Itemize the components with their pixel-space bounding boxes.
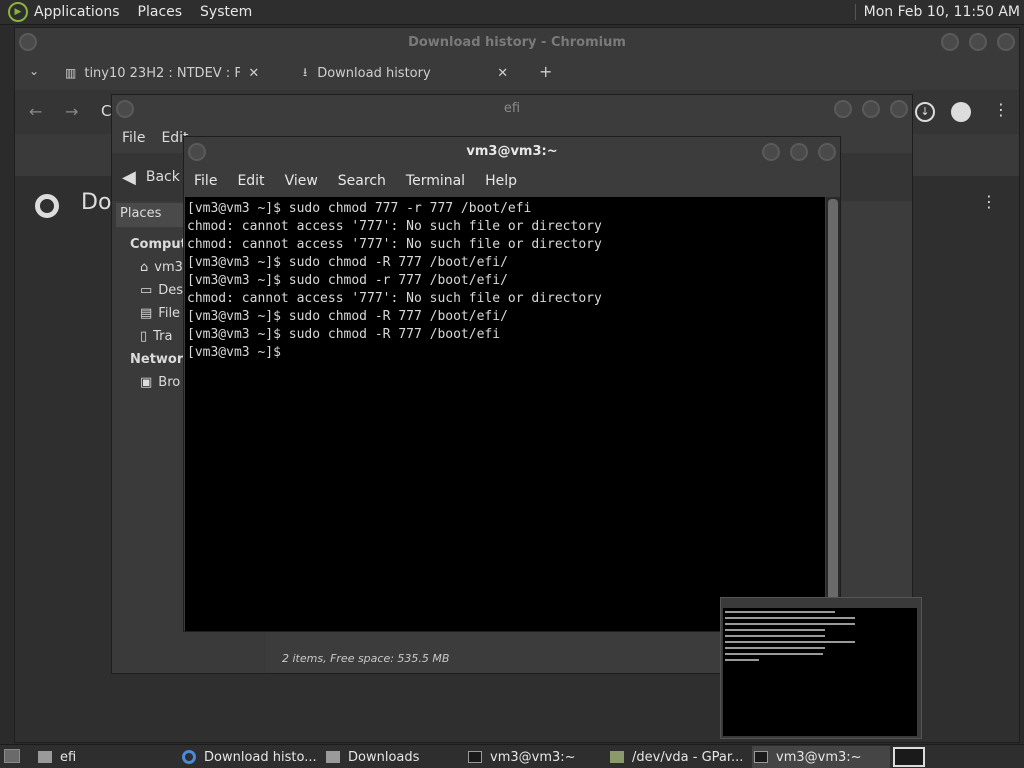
- terminal-line: chmod: cannot access '777': No such file…: [187, 237, 602, 252]
- menu-edit[interactable]: Edit: [237, 173, 264, 189]
- tab-label: Download history: [317, 65, 431, 81]
- close-tab-icon[interactable]: ✕: [248, 66, 259, 81]
- tab-strip: ⌄ ▥ tiny10 23H2 : NTDEV : Free D ✕ ⭳ Dow…: [15, 56, 1019, 90]
- window-menu-button[interactable]: [19, 33, 37, 51]
- terminal-line: [vm3@vm3 ~]$: [187, 345, 289, 360]
- maximize-button[interactable]: [862, 100, 880, 118]
- back-arrow-icon[interactable]: ◀: [122, 167, 136, 188]
- chromium-menu-icon[interactable]: ⋮: [993, 100, 1009, 119]
- tab-search-chevron-icon[interactable]: ⌄: [29, 64, 39, 78]
- window-menu-button[interactable]: [188, 143, 206, 161]
- taskbar-item-efi[interactable]: efi: [38, 746, 178, 768]
- tab-download-history[interactable]: ⭳ Download history ✕: [293, 58, 533, 88]
- window-thumbnail-preview[interactable]: [720, 597, 922, 739]
- address-bar[interactable]: C: [101, 102, 111, 120]
- terminal-titlebar[interactable]: vm3@vm3:~: [184, 137, 840, 167]
- taskbar-item-terminal-1[interactable]: vm3@vm3:~: [468, 746, 606, 768]
- close-tab-icon[interactable]: ✕: [497, 66, 508, 81]
- thumbnail-line: [725, 635, 825, 637]
- home-folder-icon: ⌂: [140, 260, 149, 275]
- menu-file[interactable]: File: [122, 130, 145, 146]
- close-button[interactable]: [890, 100, 908, 118]
- maximize-button[interactable]: [969, 33, 987, 51]
- page-title: Do: [81, 190, 112, 215]
- taskbar-item-download-history[interactable]: Download histo...: [182, 746, 322, 768]
- chromium-icon: [182, 750, 196, 764]
- taskbar: efi Download histo... Downloads vm3@vm3:…: [0, 744, 1024, 768]
- applications-menu[interactable]: Applications: [34, 4, 120, 20]
- terminal-line: [vm3@vm3 ~]$ sudo chmod 777 -r 777 /boot…: [187, 201, 532, 216]
- new-tab-plus-icon[interactable]: +: [539, 62, 552, 81]
- file-manager-titlebar[interactable]: efi: [112, 95, 912, 123]
- page-menu-icon[interactable]: ⋮: [981, 192, 997, 211]
- back-button[interactable]: Back: [146, 169, 180, 185]
- thumbnail-menubar: [721, 598, 921, 607]
- close-button[interactable]: [818, 143, 836, 161]
- maximize-button[interactable]: [790, 143, 808, 161]
- terminal-scrollbar[interactable]: [826, 197, 840, 631]
- chromium-logo-icon: [35, 194, 59, 218]
- taskbar-item-terminal-2[interactable]: vm3@vm3:~: [752, 746, 890, 768]
- archive-icon: ▥: [65, 66, 77, 80]
- top-panel: ▶ Applications Places System Mon Feb 10,…: [0, 0, 1024, 25]
- profile-avatar[interactable]: [951, 102, 971, 122]
- thumbnail-line: [725, 629, 825, 631]
- terminal-icon: [754, 751, 768, 763]
- chromium-title: Download history - Chromium: [408, 34, 626, 50]
- window-menu-button[interactable]: [116, 100, 134, 118]
- network-icon: ▣: [140, 375, 153, 390]
- terminal-title: vm3@vm3:~: [466, 144, 558, 159]
- clock[interactable]: Mon Feb 10, 11:50 AM: [854, 4, 1020, 20]
- tab-label: tiny10 23H2 : NTDEV : Free D: [84, 65, 241, 81]
- thumbnail-line: [725, 617, 855, 619]
- trash-icon: ▯: [140, 329, 148, 344]
- terminal-line: chmod: cannot access '777': No such file…: [187, 291, 602, 306]
- minimize-button[interactable]: [834, 100, 852, 118]
- thumbnail-line: [725, 611, 835, 613]
- terminal-icon: [468, 751, 482, 763]
- terminal-menubar: File Edit View Search Terminal Help: [184, 167, 840, 195]
- thumbnail-screen: [723, 608, 917, 736]
- terminal-screen[interactable]: [vm3@vm3 ~]$ sudo chmod 777 -r 777 /boot…: [185, 197, 825, 631]
- system-menu[interactable]: System: [200, 4, 252, 20]
- menu-terminal[interactable]: Terminal: [406, 173, 465, 189]
- workspace-switcher[interactable]: [893, 747, 925, 767]
- terminal-line: [vm3@vm3 ~]$ sudo chmod -R 777 /boot/efi…: [187, 255, 508, 270]
- folder-icon: [326, 751, 340, 763]
- thumbnail-line: [725, 623, 855, 625]
- thumbnail-line: [725, 653, 823, 655]
- taskbar-item-downloads[interactable]: Downloads: [326, 746, 464, 768]
- thumbnail-line: [725, 641, 855, 643]
- terminal-line: [vm3@vm3 ~]$ sudo chmod -r 777 /boot/efi…: [187, 273, 508, 288]
- menu-file[interactable]: File: [194, 173, 217, 189]
- forward-arrow-icon[interactable]: →: [65, 102, 78, 121]
- terminal-line: [vm3@vm3 ~]$ sudo chmod -R 777 /boot/efi…: [187, 309, 508, 324]
- menu-help[interactable]: Help: [485, 173, 517, 189]
- filesystem-icon: ▤: [140, 306, 153, 321]
- scrollbar-thumb[interactable]: [828, 199, 838, 629]
- terminal-line: chmod: cannot access '777': No such file…: [187, 219, 602, 234]
- gparted-icon: [610, 751, 624, 763]
- minimize-button[interactable]: [762, 143, 780, 161]
- terminal-window: vm3@vm3:~ File Edit View Search Terminal…: [183, 136, 841, 632]
- menu-view[interactable]: View: [285, 173, 318, 189]
- tab-tiny10[interactable]: ▥ tiny10 23H2 : NTDEV : Free D ✕: [55, 58, 285, 88]
- taskbar-item-gparted[interactable]: /dev/vda - GPar...: [610, 746, 748, 768]
- close-button[interactable]: [997, 33, 1015, 51]
- thumbnail-line: [725, 659, 759, 661]
- thumbnail-line: [725, 647, 825, 649]
- folder-icon: [38, 751, 52, 763]
- file-manager-title: efi: [503, 101, 521, 116]
- minimize-button[interactable]: [941, 33, 959, 51]
- menu-search[interactable]: Search: [338, 173, 386, 189]
- download-icon: ⭳: [303, 64, 308, 79]
- chromium-titlebar[interactable]: Download history - Chromium: [15, 28, 1019, 56]
- back-arrow-icon[interactable]: ←: [29, 102, 42, 121]
- terminal-line: [vm3@vm3 ~]$ sudo chmod -R 777 /boot/efi: [187, 327, 501, 342]
- downloads-icon[interactable]: ↓: [915, 102, 935, 122]
- show-desktop-icon[interactable]: [4, 749, 20, 763]
- desktop-folder-icon: ▭: [140, 283, 153, 298]
- places-menu[interactable]: Places: [138, 4, 183, 20]
- mate-logo-icon[interactable]: ▶: [8, 2, 28, 22]
